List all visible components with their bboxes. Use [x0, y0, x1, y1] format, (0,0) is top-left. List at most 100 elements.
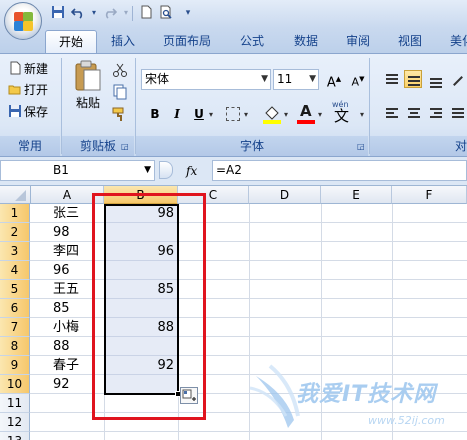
chevron-down-icon[interactable]: ▾ — [209, 110, 213, 119]
open-button[interactable]: 打开 — [8, 81, 48, 99]
row-header[interactable]: 6 — [0, 299, 30, 318]
tab-review[interactable]: 审阅 — [338, 30, 378, 53]
align-right-icon[interactable] — [426, 104, 444, 122]
paste-label: 粘贴 — [76, 96, 101, 110]
tab-beautify[interactable]: 美化 — [442, 30, 467, 53]
formula-bar-expander[interactable] — [159, 161, 173, 179]
column-header-f[interactable]: F — [392, 186, 467, 204]
title-bar: ▾ ▾ ▾ — [0, 0, 467, 40]
font-name-value: 宋体 — [145, 72, 170, 86]
alignment-label: 对 — [454, 139, 467, 153]
ribbon-tabs: 开始 插入 页面布局 公式 数据 审阅 视图 美化 — [0, 28, 467, 53]
worksheet-grid[interactable]: A B C D E F 1 张三 98 2 98 3 李四 96 4 96 5 王五 85 6 85 7 小梅 8… — [0, 186, 467, 440]
dialog-launcher-icon[interactable]: ◲ — [121, 142, 130, 151]
row-header[interactable]: 1 — [0, 204, 30, 223]
align-bottom-icon[interactable] — [426, 70, 444, 88]
formula-bar: B1 ▼ fx =A2 — [0, 157, 467, 186]
orientation-icon[interactable] — [448, 70, 466, 88]
name-box-value: B1 — [53, 163, 69, 177]
highlight-annotation-box — [92, 193, 206, 420]
insert-function-button[interactable]: fx — [186, 162, 197, 180]
font-color-button[interactable]: A — [296, 102, 316, 124]
align-middle-icon[interactable] — [404, 70, 422, 88]
grow-font-button[interactable]: A▲ — [324, 69, 344, 90]
chevron-down-icon: ▼ — [309, 74, 316, 84]
chevron-down-icon[interactable]: ▾ — [284, 110, 288, 119]
row-header[interactable]: 11 — [0, 394, 30, 413]
tab-insert[interactable]: 插入 — [103, 30, 143, 53]
name-box[interactable]: B1 ▼ — [0, 160, 155, 181]
shrink-font-button[interactable]: A▼ — [348, 69, 368, 89]
row-header[interactable]: 13 — [0, 432, 30, 440]
row-header[interactable]: 8 — [0, 337, 30, 356]
save-disk-icon — [8, 104, 22, 118]
italic-button[interactable]: I — [167, 104, 187, 124]
align-center-icon[interactable] — [404, 104, 422, 122]
cell-a[interactable] — [31, 432, 104, 440]
office-logo-icon — [23, 21, 33, 31]
cut-icon[interactable] — [112, 62, 128, 78]
font-size-value: 11 — [277, 72, 293, 86]
print-preview-icon[interactable] — [158, 5, 174, 21]
align-top-icon[interactable] — [382, 70, 400, 88]
tab-home[interactable]: 开始 — [45, 30, 97, 53]
office-button[interactable] — [4, 2, 42, 40]
tab-formulas[interactable]: 公式 — [232, 30, 272, 53]
font-name-select[interactable]: 宋体 ▼ — [141, 69, 271, 90]
cell-b[interactable] — [104, 432, 178, 440]
chevron-down-icon: ▼ — [261, 74, 268, 84]
phonetic-glyph: 文 — [334, 107, 350, 125]
row-header[interactable]: 4 — [0, 261, 30, 280]
undo-dropdown-icon[interactable]: ▾ — [86, 5, 102, 21]
align-left-icon[interactable] — [382, 104, 400, 122]
font-color-glyph: A — [300, 102, 312, 120]
paste-icon — [75, 60, 101, 91]
paste-button[interactable]: 粘贴 — [70, 58, 106, 114]
select-all-corner[interactable] — [0, 186, 31, 204]
format-painter-icon[interactable] — [112, 106, 128, 122]
save-button[interactable]: 保存 — [8, 103, 48, 121]
row-header[interactable]: 5 — [0, 280, 30, 299]
gridline — [249, 204, 250, 440]
phonetic-button[interactable]: wén 文 — [330, 100, 360, 126]
row-header[interactable]: 12 — [0, 413, 30, 432]
customize-icon[interactable]: ▾ — [180, 5, 196, 21]
tab-data[interactable]: 数据 — [286, 30, 326, 53]
qa-separator — [132, 6, 133, 21]
group-label-common: 常用 — [0, 136, 60, 156]
chevron-down-icon[interactable]: ▾ — [360, 110, 364, 119]
font-size-select[interactable]: 11 ▼ — [273, 69, 319, 90]
bold-button[interactable]: B — [145, 104, 165, 124]
column-header-d[interactable]: D — [249, 186, 321, 204]
chevron-down-icon[interactable]: ▾ — [318, 110, 322, 119]
tab-page-layout[interactable]: 页面布局 — [155, 30, 219, 53]
row-header[interactable]: 2 — [0, 223, 30, 242]
new-doc-icon[interactable] — [138, 5, 154, 21]
copy-icon[interactable] — [112, 84, 128, 100]
group-label-font: 字体 — [136, 136, 368, 156]
undo-icon[interactable] — [70, 5, 86, 21]
ribbon: 新建 打开 保存 常用 粘贴 剪贴板 ◲ 宋体 ▼ 11 ▼ A▲ A▼ B I U… — [0, 53, 467, 157]
indent-icon[interactable] — [448, 104, 466, 122]
row-header[interactable]: 7 — [0, 318, 30, 337]
row-header[interactable]: 10 — [0, 375, 30, 394]
open-label: 打开 — [24, 83, 49, 97]
new-icon — [8, 61, 22, 75]
row-header[interactable]: 3 — [0, 242, 30, 261]
gridline — [392, 204, 393, 440]
tab-view[interactable]: 视图 — [390, 30, 430, 53]
new-label: 新建 — [24, 62, 49, 76]
formula-value: =A2 — [216, 163, 242, 177]
dialog-launcher-icon[interactable]: ◲ — [357, 142, 366, 151]
borders-icon[interactable] — [226, 107, 240, 121]
new-button[interactable]: 新建 — [8, 60, 48, 78]
redo-icon[interactable] — [102, 5, 118, 21]
fill-color-icon[interactable] — [262, 104, 282, 124]
formula-input[interactable]: =A2 — [212, 160, 467, 181]
save-icon[interactable] — [50, 5, 66, 21]
chevron-down-icon[interactable]: ▾ — [244, 110, 248, 119]
column-header-e[interactable]: E — [321, 186, 392, 204]
chevron-down-icon: ▼ — [144, 165, 151, 175]
row-header[interactable]: 9 — [0, 356, 30, 375]
underline-button[interactable]: U — [189, 104, 209, 124]
